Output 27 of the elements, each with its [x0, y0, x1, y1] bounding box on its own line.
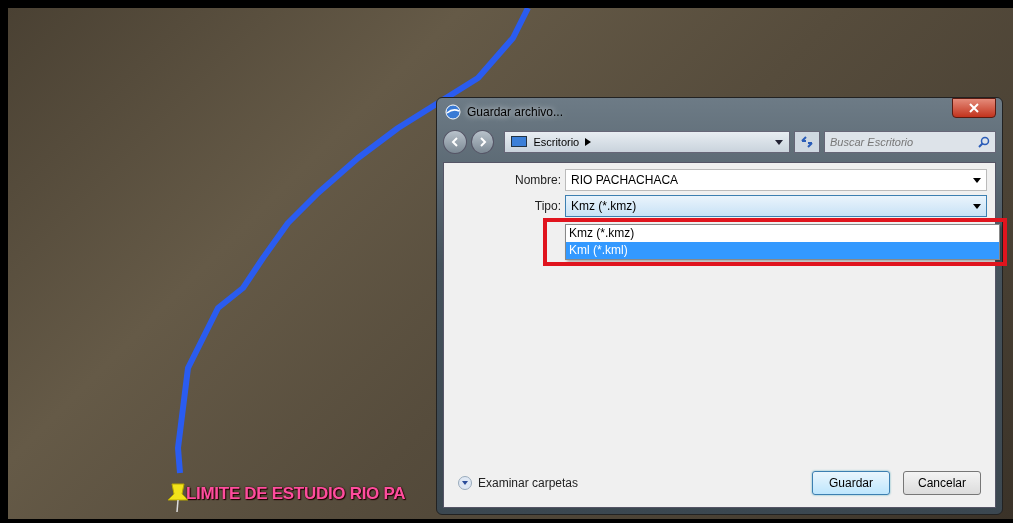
expand-icon [458, 476, 472, 490]
back-button[interactable] [443, 130, 467, 154]
refresh-button[interactable] [794, 131, 820, 153]
field-label: Tipo: [533, 199, 562, 213]
dialog-button[interactable]: Guardar [812, 471, 890, 495]
field-label: Nombre: [514, 173, 562, 187]
dropdown-option[interactable]: Kmz (*.kmz) [566, 225, 999, 242]
dropdown-field[interactable]: RIO PACHACHACA [565, 169, 987, 191]
close-button[interactable] [952, 98, 996, 118]
location-text[interactable]: Escritorio [533, 136, 580, 148]
globe-icon [445, 104, 461, 120]
caret-icon [775, 139, 784, 145]
triangle-right-icon [585, 138, 592, 146]
forward-button[interactable] [470, 130, 495, 154]
placemark-label: LIMITE DE ESTUDIO RIO PA [186, 484, 406, 504]
search-icon [978, 136, 990, 148]
dropdown-field[interactable]: Kmz (*.kmz) [565, 195, 987, 217]
caret-icon [973, 177, 981, 183]
close-icon [969, 103, 979, 113]
caret-icon [973, 203, 981, 209]
browse-folders-toggle[interactable]: Examinar carpetas [458, 476, 579, 490]
refresh-icon [800, 135, 815, 149]
monitor-icon [511, 136, 528, 148]
dialog-title: Guardar archivo... [467, 105, 565, 119]
location-bar[interactable]: Escritorio [504, 131, 791, 153]
dialog-button[interactable]: Cancelar [903, 471, 981, 495]
search-field[interactable]: Buscar Escritorio [824, 131, 996, 153]
